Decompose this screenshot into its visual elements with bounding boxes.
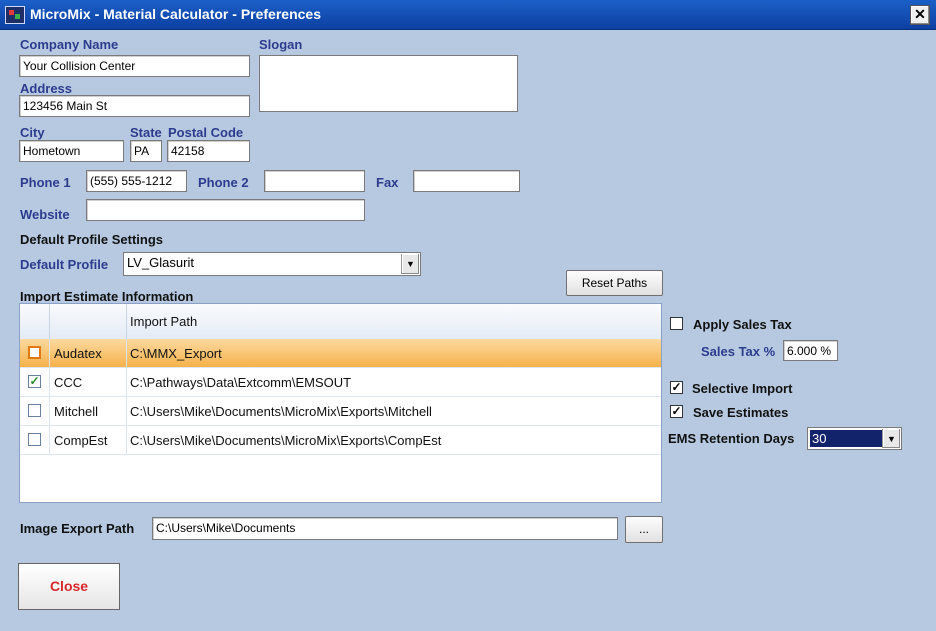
image-export-path-field[interactable]: C:\Users\Mike\Documents xyxy=(152,517,618,540)
row-path: C:\Pathways\Data\Extcomm\EMSOUT xyxy=(130,375,352,390)
save-estimates-checkbox[interactable]: ✓ xyxy=(670,405,683,418)
company-name-label: Company Name xyxy=(20,37,119,52)
window-close-button[interactable]: ✕ xyxy=(910,5,930,25)
column-divider xyxy=(126,368,127,396)
column-divider xyxy=(126,339,127,367)
address-label: Address xyxy=(20,81,73,96)
save-estimates-label: Save Estimates xyxy=(693,405,789,420)
default-profile-label: Default Profile xyxy=(20,257,109,272)
column-divider xyxy=(49,339,50,367)
mitchell-checkbox[interactable] xyxy=(28,404,41,417)
column-divider xyxy=(49,397,50,425)
slogan-field[interactable] xyxy=(259,55,518,112)
import-path-table[interactable]: Import Path Audatex C:\MMX_Export ✓ CCC … xyxy=(19,303,662,503)
ems-retention-days-label: EMS Retention Days xyxy=(668,431,795,446)
default-profile-value: LV_Glasurit xyxy=(127,255,194,270)
window-title: MicroMix - Material Calculator - Prefere… xyxy=(30,6,321,22)
website-field[interactable] xyxy=(86,199,365,221)
chevron-down-icon: ▼ xyxy=(401,254,419,274)
city-label: City xyxy=(20,125,45,140)
column-divider xyxy=(126,397,127,425)
phone2-label: Phone 2 xyxy=(198,175,249,190)
import-estimate-heading: Import Estimate Information xyxy=(20,289,194,304)
ems-retention-dropdown[interactable]: 30 ▼ xyxy=(807,427,902,450)
table-row[interactable]: ✓ CCC C:\Pathways\Data\Extcomm\EMSOUT xyxy=(20,368,661,397)
state-field[interactable]: PA xyxy=(130,140,162,162)
phone1-field[interactable]: (555) 555-1212 xyxy=(86,170,187,192)
micromix-app-icon xyxy=(5,6,25,24)
phone2-field[interactable] xyxy=(264,170,365,192)
image-export-path-label: Image Export Path xyxy=(20,521,135,536)
ccc-checkbox[interactable]: ✓ xyxy=(28,375,41,388)
table-header: Import Path xyxy=(20,304,661,340)
sales-tax-label: Sales Tax % xyxy=(701,344,776,359)
table-row[interactable]: Mitchell C:\Users\Mike\Documents\MicroMi… xyxy=(20,397,661,426)
ems-retention-value: 30 xyxy=(810,430,882,447)
apply-sales-tax-checkbox[interactable] xyxy=(670,317,683,330)
checkbox-column-header xyxy=(20,304,50,339)
fax-label: Fax xyxy=(376,175,399,190)
row-path: C:\MMX_Export xyxy=(130,346,222,361)
table-row[interactable]: CompEst C:\Users\Mike\Documents\MicroMix… xyxy=(20,426,661,455)
website-label: Website xyxy=(20,207,70,222)
name-column-header xyxy=(49,304,127,339)
state-label: State xyxy=(130,125,162,140)
company-name-field[interactable]: Your Collision Center xyxy=(19,55,250,77)
title-bar[interactable]: MicroMix - Material Calculator - Prefere… xyxy=(0,0,936,30)
apply-sales-tax-label: Apply Sales Tax xyxy=(693,317,792,332)
browse-button[interactable]: ... xyxy=(625,516,663,543)
audatex-checkbox[interactable] xyxy=(28,346,41,359)
column-divider xyxy=(49,426,50,454)
chevron-down-icon: ▼ xyxy=(882,429,900,448)
default-profile-dropdown[interactable]: LV_Glasurit ▼ xyxy=(123,252,421,276)
row-path: C:\Users\Mike\Documents\MicroMix\Exports… xyxy=(130,433,442,448)
address-field[interactable]: 123456 Main St xyxy=(19,95,250,117)
row-name: CompEst xyxy=(54,433,108,448)
import-path-column-header: Import Path xyxy=(130,314,198,329)
close-button[interactable]: Close xyxy=(18,563,120,610)
fax-field[interactable] xyxy=(413,170,520,192)
phone1-label: Phone 1 xyxy=(20,175,71,190)
row-name: Mitchell xyxy=(54,404,99,419)
city-field[interactable]: Hometown xyxy=(19,140,124,162)
sales-tax-field[interactable]: 6.000 % xyxy=(783,340,838,361)
compest-checkbox[interactable] xyxy=(28,433,41,446)
column-divider xyxy=(49,368,50,396)
row-path: C:\Users\Mike\Documents\MicroMix\Exports… xyxy=(130,404,432,419)
reset-paths-button[interactable]: Reset Paths xyxy=(566,270,663,296)
postal-code-field[interactable]: 42158 xyxy=(167,140,250,162)
slogan-label: Slogan xyxy=(259,37,303,52)
postal-code-label: Postal Code xyxy=(168,125,244,140)
row-name: Audatex xyxy=(54,346,102,361)
table-row[interactable]: Audatex C:\MMX_Export xyxy=(20,339,661,368)
selective-import-checkbox[interactable]: ✓ xyxy=(670,381,683,394)
row-name: CCC xyxy=(54,375,83,390)
column-divider xyxy=(126,426,127,454)
selective-import-label: Selective Import xyxy=(692,381,793,396)
default-profile-settings-heading: Default Profile Settings xyxy=(20,232,164,247)
